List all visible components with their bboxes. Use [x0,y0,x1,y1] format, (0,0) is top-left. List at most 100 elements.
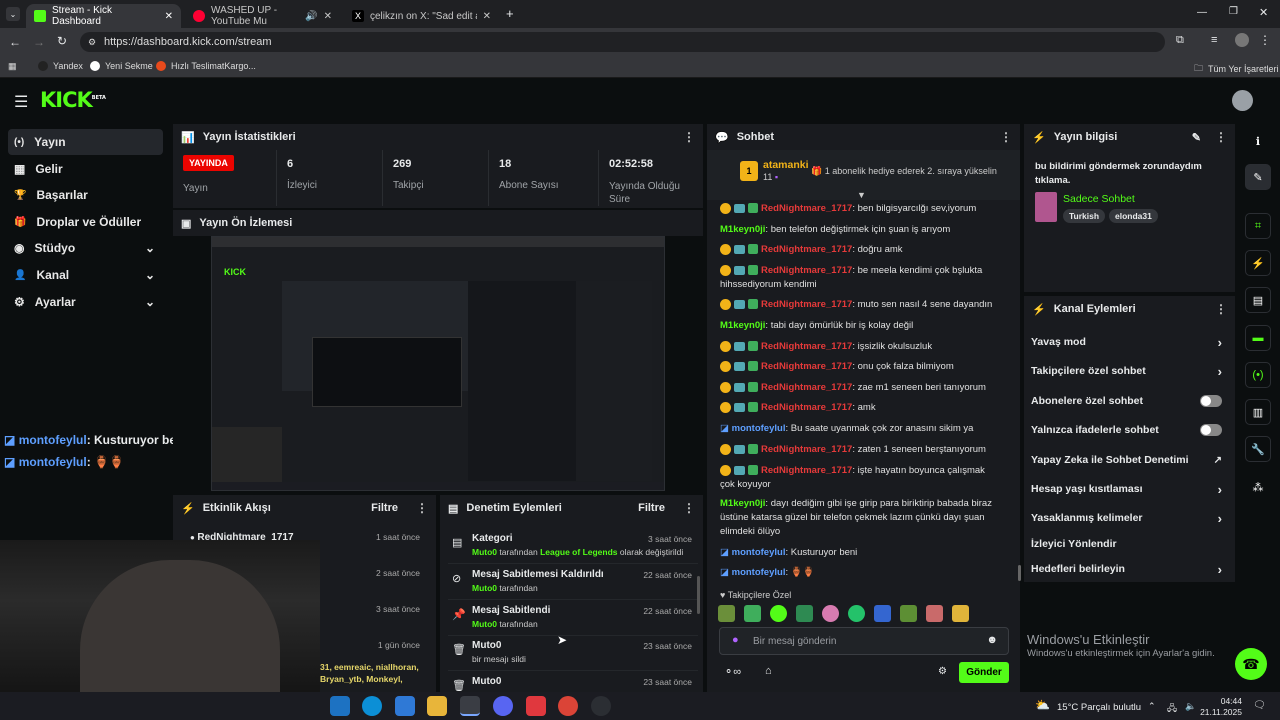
volume-icon[interactable]: 🔈 [1185,701,1196,712]
mod-scrollbar[interactable] [697,576,700,614]
sidebar-item-revenue[interactable]: ▦ Gelir [8,156,163,182]
action-slow-mode[interactable]: Yavaş mod › [1031,332,1226,352]
chat-username[interactable]: montofeylul [732,567,786,578]
community-icon[interactable]: ⁂ [1245,474,1271,500]
action-followers-only[interactable]: Takipçilere özel sohbet › [1031,361,1226,381]
action-goals[interactable]: Hedefleri belirleyin › [1031,559,1226,579]
chat-username[interactable]: RedNightmare_1717 [761,299,852,310]
tag-chip[interactable]: Turkish [1063,209,1106,223]
chat-username[interactable]: RedNightmare_1717 [761,444,852,455]
tab-search-icon[interactable]: ⌄ [6,7,20,21]
emote-icon[interactable] [744,604,761,622]
taskbar-discord-icon[interactable] [493,696,513,716]
action-banned-words[interactable]: Yasaklanmış kelimeler › [1031,508,1226,528]
taskbar-mail-icon[interactable] [395,696,415,716]
server-icon[interactable]: ▥ [1245,399,1271,425]
emote-icon[interactable] [952,604,969,622]
more-options-icon[interactable]: ⋮ [1000,130,1012,144]
bookmark-yandex[interactable]: Yandex [38,61,83,71]
screen-icon[interactable]: ⌗ [1245,213,1271,239]
url-input[interactable]: ⚙ https://dashboard.kick.com/stream [80,32,1165,52]
subscribers-only-toggle[interactable] [1200,395,1222,407]
taskbar-news-icon[interactable] [362,696,382,716]
chat-username[interactable]: M1keyn0ji [720,320,765,331]
emote-icon[interactable] [718,604,735,622]
chat-username[interactable]: RedNightmare_1717 [761,341,852,352]
all-bookmarks[interactable]: 🗀 Tüm Yer İşaretleri [1194,61,1279,77]
new-tab-icon[interactable]: + [506,6,514,21]
emote-only-toggle[interactable] [1200,424,1222,436]
chat-username[interactable]: montofeylul [732,423,786,434]
notification-icon[interactable]: 🗨 [1253,700,1266,711]
emote-icon[interactable] [926,604,943,622]
clock-time[interactable]: 04:44 [1200,696,1242,706]
maximize-icon[interactable]: ❐ [1229,6,1238,17]
tray-chevron-icon[interactable]: ⌃ [1148,701,1156,712]
close-icon[interactable]: ✕ [165,11,173,22]
stream-category[interactable]: Sadece Sohbet [1063,193,1135,205]
filter-button[interactable]: Filtre [371,502,398,514]
more-options-icon[interactable]: ⋮ [683,501,695,515]
broadcast-icon[interactable]: (•) [1245,362,1271,388]
window-close-icon[interactable]: ✕ [1259,6,1268,19]
taskbar-chrome-icon[interactable] [558,696,578,716]
chat-username[interactable]: RedNightmare_1717 [761,203,852,214]
bookmark-new-tab[interactable]: Yeni Sekme [90,61,153,71]
pinned-gifter[interactable]: 1 atamanki 11 ▪ 🎁 1 abonelik hediye eder… [707,150,1020,200]
emote-icon[interactable] [900,604,917,622]
send-button[interactable]: Gönder [959,662,1009,683]
collapse-icon[interactable]: ▼ [857,190,866,200]
sidebar-item-studio[interactable]: ◉ Stüdyo ⌄ [8,235,163,261]
taskbar-obs-icon[interactable] [591,696,611,716]
emote-icon[interactable] [796,604,813,622]
action-host[interactable]: İzleyici Yönlendir [1031,534,1226,554]
edit-icon[interactable]: ✎ [1192,131,1201,144]
minimize-icon[interactable]: — [1197,7,1207,18]
more-options-icon[interactable]: ⋮ [416,501,428,515]
emoji-icon[interactable]: ☻ [986,634,998,646]
chat-username[interactable]: RedNightmare_1717 [761,244,852,255]
hamburger-menu-icon[interactable]: ☰ [14,92,28,112]
taskbar-chrome-active-icon[interactable] [460,696,480,716]
stream-preview-video[interactable]: KICK [211,236,665,491]
bookmark-kargo[interactable]: Hızlı TeslimatKargo... [156,61,256,71]
sidebar-item-stream[interactable]: (•) Yayın [8,129,163,155]
action-account-age[interactable]: Hesap yaşı kısıtlaması › [1031,479,1226,499]
speaker-icon[interactable]: 🔊 [305,11,317,22]
close-icon[interactable]: ✕ [324,11,332,22]
forward-icon[interactable]: → [33,35,45,49]
extensions-icon[interactable]: ⧉ [1176,34,1184,47]
edit-icon[interactable]: ✎ [1245,164,1271,190]
reload-icon[interactable]: ↻ [57,34,67,48]
user-avatar[interactable] [1232,90,1253,111]
filter-button[interactable]: Filtre [638,502,665,514]
chat-username[interactable]: RedNightmare_1717 [761,382,852,393]
support-chat-icon[interactable]: ☎ [1235,648,1267,680]
taskbar-folder-icon[interactable] [427,696,447,716]
info-icon[interactable]: ℹ [1245,128,1271,154]
sidebar-item-channel[interactable]: 👤 Kanal ⌄ [8,262,163,288]
weather-text[interactable]: 15°C Parçalı bulutlu [1057,702,1141,713]
chat-username[interactable]: RedNightmare_1717 [761,361,852,372]
emote-icon[interactable] [822,604,839,622]
chat-settings-icon[interactable]: ⚙ [938,666,947,677]
more-options-icon[interactable]: ⋮ [1215,302,1227,316]
site-info-icon[interactable]: ⚙ [88,32,96,52]
chat-username[interactable]: RedNightmare_1717 [761,402,852,413]
more-options-icon[interactable]: ⋮ [683,130,695,144]
tag-chip[interactable]: elonda31 [1109,209,1158,223]
close-icon[interactable]: ✕ [483,11,491,22]
emote-icon[interactable] [848,604,865,622]
chat-username[interactable]: montofeylul [732,547,786,558]
lightning-icon[interactable]: ⚡ [1245,250,1271,276]
chat-username[interactable]: RedNightmare_1717 [761,265,852,276]
taskbar-app-icon[interactable] [526,696,546,716]
back-icon[interactable]: ← [9,35,21,49]
kick-logo[interactable]: KICKBETA [40,88,106,112]
chat-username[interactable]: M1keyn0ji [720,498,765,509]
tab-x[interactable]: X çelikzın on X: "Sad edit atar m ✕ [344,4,499,28]
chat-scrollbar[interactable] [1018,565,1021,581]
chat-username[interactable]: M1keyn0ji [720,224,765,235]
media-control-icon[interactable]: ≡ [1211,34,1217,46]
sidebar-item-achievements[interactable]: 🏆 Başarılar [8,182,163,208]
